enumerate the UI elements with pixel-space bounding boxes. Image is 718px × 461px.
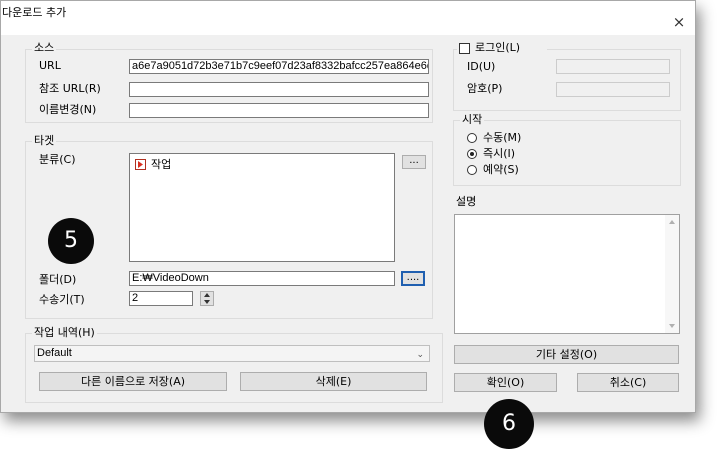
start-option-label: 예약(S) <box>483 163 519 176</box>
chevron-down-icon: ⌄ <box>416 349 424 359</box>
close-icon[interactable]: × <box>669 12 689 32</box>
login-id-field <box>556 59 670 74</box>
spin-up-icon[interactable] <box>204 293 210 297</box>
rename-field[interactable] <box>129 103 429 118</box>
step-badge-5: 5 <box>48 218 94 264</box>
ok-button[interactable]: 확인(O) <box>454 373 557 392</box>
category-label: 분류(C) <box>39 153 76 166</box>
dialog-title: 다운로드 추가 <box>2 6 67 19</box>
job-history-select[interactable]: Default ⌄ <box>34 345 430 362</box>
start-option-label: 즉시(I) <box>483 147 516 160</box>
job-history-selected: Default <box>37 347 72 359</box>
scrollbar[interactable] <box>665 215 679 333</box>
start-option-radio[interactable] <box>467 133 477 143</box>
connections-field[interactable]: 2 <box>129 291 193 306</box>
login-password-field <box>556 82 670 97</box>
job-history-group <box>25 333 443 403</box>
login-password-label: 암호(P) <box>467 82 503 95</box>
referer-label: 참조 URL(R) <box>39 82 101 95</box>
referer-field[interactable] <box>129 82 429 97</box>
cancel-button[interactable]: 취소(C) <box>577 373 679 392</box>
start-option-radio[interactable] <box>467 165 477 175</box>
other-settings-button[interactable]: 기타 설정(O) <box>454 345 679 364</box>
category-folder-icon <box>135 159 146 170</box>
login-checkbox-row[interactable]: 로그인(L) <box>457 41 547 55</box>
scroll-down-icon[interactable] <box>669 324 675 328</box>
start-option-radio[interactable] <box>467 149 477 159</box>
category-more-button[interactable]: ... <box>402 155 426 169</box>
description-textarea[interactable] <box>454 214 680 334</box>
start-group-caption: 시작 <box>460 113 485 126</box>
folder-field[interactable]: E:₩VideoDown <box>129 271 395 286</box>
description-label: 설명 <box>456 195 477 208</box>
connections-spinner[interactable] <box>200 291 214 306</box>
folder-browse-button[interactable]: .... <box>401 271 425 286</box>
start-option-label: 수동(M) <box>483 131 522 144</box>
url-field[interactable]: a6e7a9051d72b3e71b7c9eef07d23af8332bafcc… <box>129 59 429 74</box>
scroll-up-icon[interactable] <box>669 220 675 224</box>
login-id-label: ID(U) <box>467 60 496 73</box>
folder-label: 폴더(D) <box>39 273 77 286</box>
job-history-caption: 작업 내역(H) <box>32 326 97 339</box>
source-group-caption: 소스 <box>32 41 57 54</box>
category-item-label: 작업 <box>151 158 172 171</box>
save-as-button[interactable]: 다른 이름으로 저장(A) <box>39 372 227 391</box>
delete-button[interactable]: 삭제(E) <box>240 372 427 391</box>
target-group-caption: 타겟 <box>32 134 57 147</box>
start-option-manual[interactable]: 수동(M) <box>467 131 567 145</box>
url-label: URL <box>39 59 61 72</box>
connections-label: 수송기(T) <box>39 293 85 306</box>
title-bar: 다운로드 추가 × <box>1 1 695 35</box>
step-badge-6: 6 <box>484 399 534 449</box>
start-option-scheduled[interactable]: 예약(S) <box>467 163 567 177</box>
login-checkbox[interactable] <box>459 43 470 54</box>
rename-label: 이름변경(N) <box>39 103 97 116</box>
category-list[interactable]: 작업 <box>129 153 395 262</box>
add-download-dialog: 다운로드 추가 × 소스 URL a6e7a9051d72b3e71b7c9ee… <box>0 0 696 413</box>
start-option-immediate[interactable]: 즉시(I) <box>467 147 567 161</box>
spin-down-icon[interactable] <box>204 300 210 304</box>
login-checkbox-label: 로그인(L) <box>475 41 521 54</box>
